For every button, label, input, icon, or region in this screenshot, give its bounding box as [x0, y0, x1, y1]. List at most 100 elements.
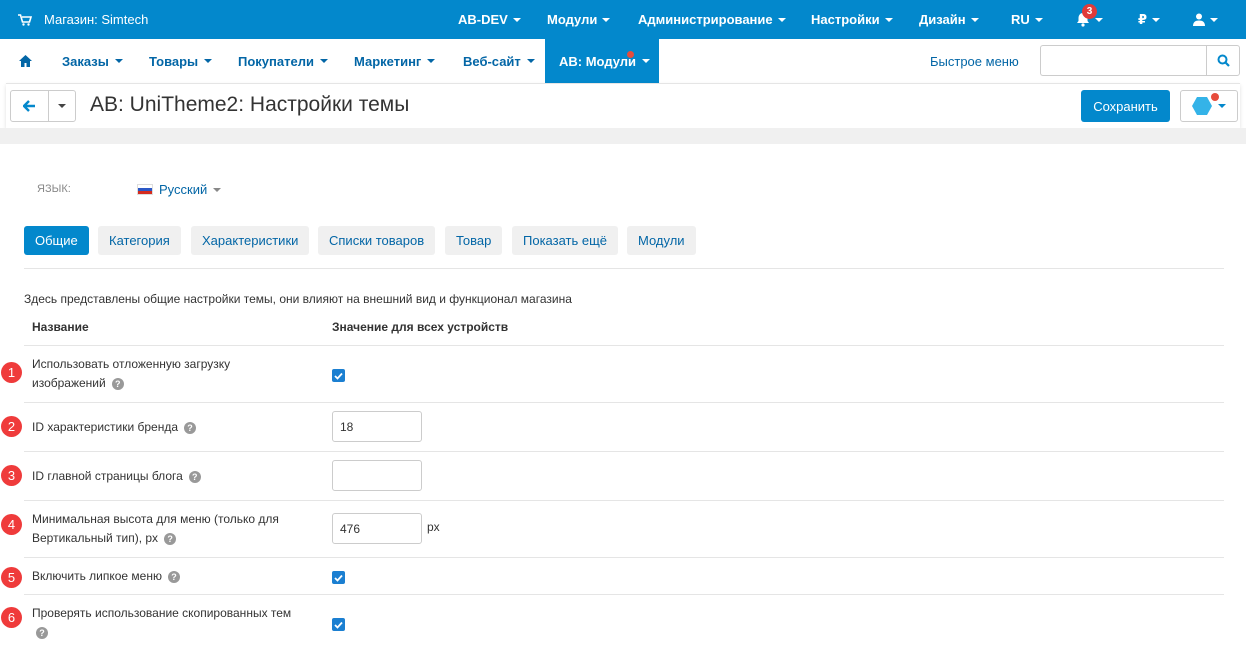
tab-product[interactable]: Товар	[445, 226, 503, 255]
nav-label: Товары	[149, 53, 199, 69]
settings-description: Здесь представлены общие настройки темы,…	[24, 292, 572, 306]
addon-notification-dot	[1211, 93, 1219, 101]
tab-product-lists[interactable]: Списки товаров	[318, 226, 436, 255]
row-divider	[24, 451, 1224, 452]
home-button[interactable]	[19, 39, 32, 83]
label-line: Вертикальный тип), px	[32, 531, 159, 545]
tab-show-more[interactable]: Показать ещё	[512, 226, 619, 255]
help-icon[interactable]: ?	[167, 570, 180, 583]
menu-ab-dev[interactable]: AB-DEV	[458, 0, 521, 39]
row-divider	[24, 594, 1224, 595]
nav-label: Заказы	[62, 53, 109, 69]
menu-design[interactable]: Дизайн	[919, 0, 979, 39]
cart-icon	[18, 13, 32, 26]
caret-down-icon	[526, 59, 535, 63]
store-selector[interactable]: Магазин: Simtech	[18, 0, 148, 39]
setting-label-lazy-load: Использовать отложенную загрузку изображ…	[32, 355, 317, 393]
tab-addons[interactable]: Модули	[627, 226, 696, 255]
help-icon[interactable]: ?	[184, 421, 197, 434]
brand-feature-id-input[interactable]	[332, 411, 422, 442]
language-selector[interactable]: Русский	[137, 182, 222, 197]
caret-down-icon	[1034, 17, 1043, 22]
addon-menu-button[interactable]	[1180, 90, 1238, 122]
tab-general[interactable]: Общие	[24, 226, 89, 255]
nav-label: AB: Модули	[559, 53, 637, 69]
label-line: изображений	[32, 376, 106, 390]
setting-label-blog-page-id: ID главной страницы блога?	[32, 467, 317, 486]
caret-down-icon	[970, 17, 979, 22]
copied-themes-checkbox[interactable]	[332, 618, 345, 631]
nav-website[interactable]: Веб-сайт	[463, 39, 535, 83]
new-indicator-dot	[627, 51, 634, 58]
help-icon[interactable]: ?	[164, 532, 177, 545]
russia-flag-icon	[137, 184, 153, 195]
caret-down-icon	[1210, 17, 1218, 22]
search-button[interactable]	[1206, 45, 1240, 76]
caret-down-icon	[512, 17, 521, 22]
back-button-group	[10, 90, 76, 122]
top-bar: Магазин: Simtech AB-DEV Модули Администр…	[0, 0, 1246, 39]
save-button[interactable]: Сохранить	[1081, 90, 1170, 122]
menu-currency[interactable]: ₽	[1138, 0, 1161, 39]
label-line: ID главной страницы блога	[32, 469, 183, 483]
nav-marketing[interactable]: Маркетинг	[354, 39, 436, 83]
search-icon	[1217, 54, 1230, 67]
checkmark-icon	[334, 621, 343, 629]
menu-administration[interactable]: Администрирование	[638, 0, 786, 39]
caret-down-icon	[1152, 17, 1161, 22]
sticky-menu-checkbox[interactable]	[332, 571, 345, 584]
search-input[interactable]	[1040, 45, 1206, 76]
tabs-divider	[24, 268, 1224, 269]
help-icon[interactable]: ?	[36, 626, 48, 639]
row-divider	[24, 402, 1224, 403]
user-icon	[1193, 13, 1205, 26]
page-title-addon: AB: UniTheme2	[90, 93, 239, 116]
nav-customers[interactable]: Покупатели	[238, 39, 328, 83]
lazy-load-checkbox[interactable]	[332, 369, 345, 382]
menu-user[interactable]	[1193, 0, 1218, 39]
menu-addons[interactable]: Модули	[547, 0, 611, 39]
row-divider	[24, 345, 1224, 346]
nav-ab-addons[interactable]: AB: Модули	[545, 39, 659, 83]
nav-products[interactable]: Товары	[149, 39, 213, 83]
title-bar: AB: UniTheme2: Настройки темы Сохранить	[6, 83, 1240, 128]
help-icon[interactable]: ?	[111, 377, 124, 390]
checkmark-icon	[334, 574, 343, 582]
menu-label: RU	[1011, 12, 1030, 27]
menu-settings[interactable]: Настройки	[811, 0, 893, 39]
language-label: ЯЗЫК:	[37, 183, 71, 195]
help-icon[interactable]: ?	[188, 470, 201, 483]
blog-page-id-input[interactable]	[332, 460, 422, 491]
nav-label: Веб-сайт	[463, 53, 521, 69]
menu-label: Модули	[547, 12, 598, 27]
menu-language[interactable]: RU	[1011, 0, 1043, 39]
row-number-marker: 2	[1, 416, 22, 437]
row-number-marker: 6	[1, 607, 22, 628]
history-dropdown-button[interactable]	[49, 91, 75, 121]
menu-label: AB-DEV	[458, 12, 508, 27]
row-number-marker: 1	[1, 362, 22, 383]
nav-orders[interactable]: Заказы	[62, 39, 123, 83]
tab-features[interactable]: Характеристики	[191, 226, 310, 255]
menu-min-height-input[interactable]	[332, 513, 422, 544]
page-title: AB: UniTheme2: Настройки темы	[90, 93, 409, 117]
nav-label: Маркетинг	[354, 53, 422, 69]
setting-label-brand-feature-id: ID характеристики бренда?	[32, 418, 317, 437]
quick-menu-link[interactable]: Быстрое меню	[930, 39, 1019, 83]
back-button[interactable]	[11, 91, 49, 121]
tab-category[interactable]: Категория	[98, 226, 181, 255]
label-line: Проверять использование скопированных те…	[32, 606, 292, 620]
row-number-marker: 5	[1, 567, 22, 588]
unit-label: px	[427, 520, 440, 534]
home-icon	[19, 55, 32, 67]
caret-down-icon	[114, 59, 123, 63]
column-header-value: Значение для всех устройств	[332, 320, 509, 334]
row-divider	[24, 500, 1224, 501]
label-line: ID характеристики бренда	[32, 420, 179, 434]
caret-down-icon	[204, 59, 213, 63]
label-line: Использовать отложенную загрузку	[32, 357, 231, 371]
hexagon-logo-icon	[1192, 97, 1212, 115]
menu-label: Администрирование	[638, 12, 773, 27]
setting-label-menu-min-height: Минимальная высота для меню (только для …	[32, 510, 317, 548]
setting-label-copied-themes: Проверять использование скопированных те…	[32, 604, 317, 642]
